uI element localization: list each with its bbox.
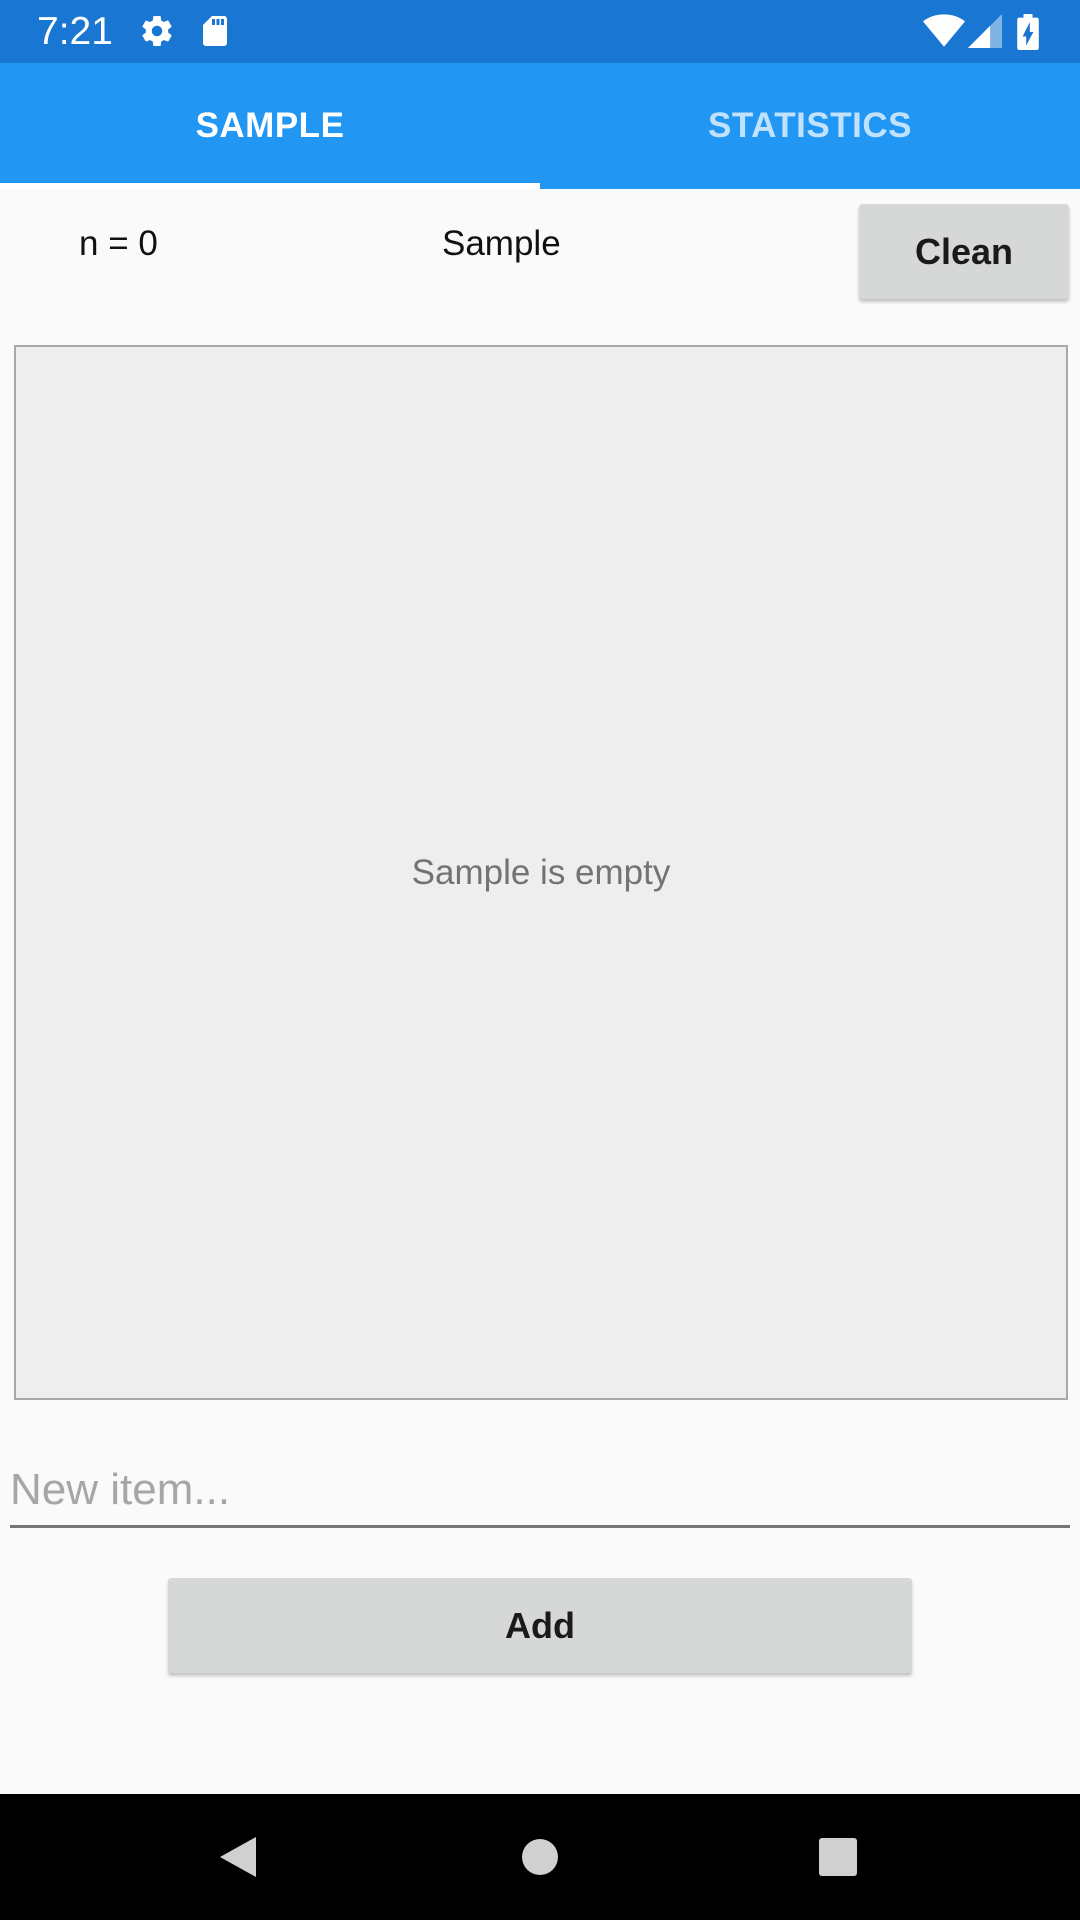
- tab-sample-label: SAMPLE: [195, 106, 345, 145]
- sample-list[interactable]: Sample is empty: [14, 345, 1068, 1400]
- cell-signal-icon: [968, 13, 1002, 49]
- tab-indicator: [0, 183, 540, 189]
- back-icon[interactable]: [206, 1825, 270, 1889]
- tab-sample[interactable]: SAMPLE: [0, 63, 540, 189]
- status-time: 7:21: [37, 10, 113, 53]
- navigation-bar: [0, 1794, 1080, 1920]
- tab-bar: SAMPLE STATISTICS: [0, 63, 1080, 189]
- status-bar: 7:21: [0, 0, 1080, 63]
- settings-icon: [139, 13, 175, 49]
- add-button[interactable]: Add: [168, 1578, 912, 1673]
- wifi-icon: [923, 13, 965, 49]
- sample-count-label: n = 0: [79, 224, 158, 263]
- tab-statistics-label: STATISTICS: [708, 106, 912, 145]
- app-screen: 7:21 SAMPLE STATISTICS n = 0 Sample Clea…: [0, 0, 1080, 1920]
- empty-list-message: Sample is empty: [411, 853, 671, 892]
- sample-title: Sample: [442, 224, 561, 263]
- recents-icon[interactable]: [806, 1825, 870, 1889]
- sd-card-icon: [197, 13, 233, 49]
- clean-button[interactable]: Clean: [859, 204, 1069, 299]
- new-item-input[interactable]: [10, 1455, 1070, 1528]
- home-icon[interactable]: [508, 1825, 572, 1889]
- battery-charging-icon: [1017, 14, 1039, 51]
- tab-statistics[interactable]: STATISTICS: [540, 63, 1080, 189]
